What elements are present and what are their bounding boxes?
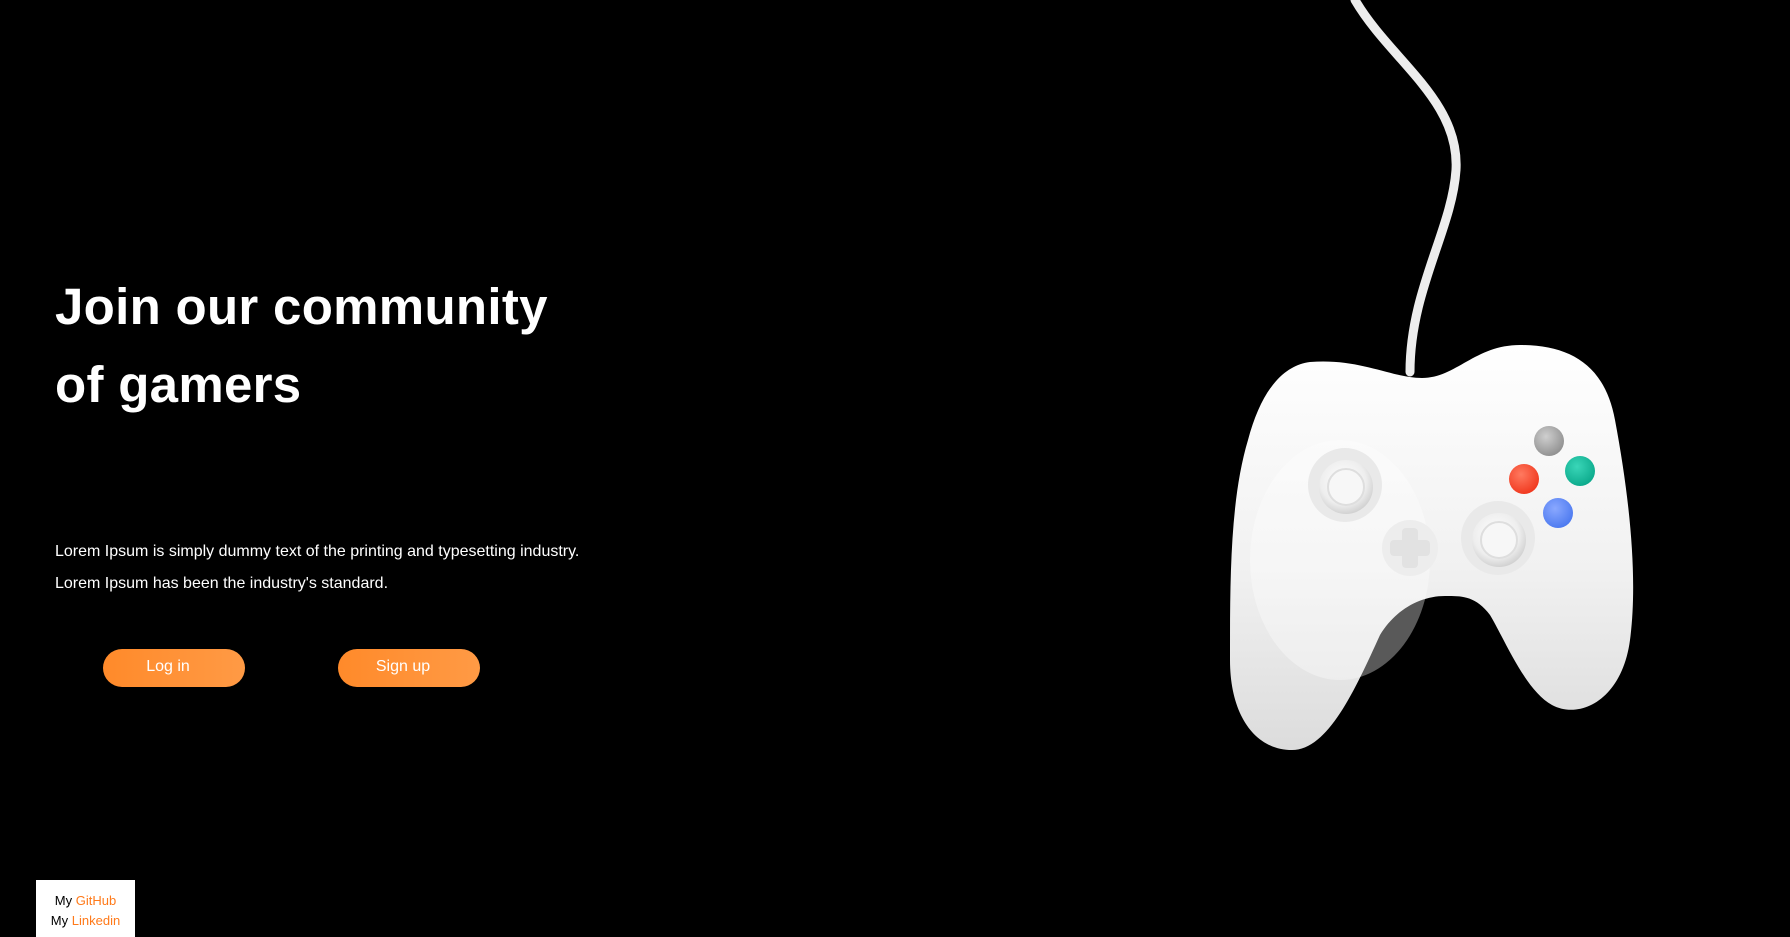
game-controller-icon (1230, 0, 1634, 750)
github-prefix: My (54, 893, 73, 908)
signup-button[interactable]: Sign up (338, 649, 480, 687)
linkedin-row: My Linkedin (36, 911, 135, 931)
github-link[interactable]: GitHub (76, 893, 116, 908)
landing-page: Join our community of gamers Lorem Ipsum… (0, 0, 1790, 937)
linkedin-prefix: My (50, 913, 69, 928)
hero-title: Join our community of gamers (55, 268, 548, 424)
login-button-label: Log in (146, 658, 190, 675)
github-row: My GitHub (36, 891, 135, 911)
hero-description-line-1: Lorem Ipsum is simply dummy text of the … (55, 543, 580, 560)
linkedin-link[interactable]: Linkedin (72, 913, 120, 928)
hero-description-line-2: Lorem Ipsum has been the industry's stan… (55, 575, 389, 592)
profile-links: My GitHub My Linkedin (36, 880, 135, 937)
hero-title-line-1: Join our community (55, 278, 548, 335)
hero-title-line-2: of gamers (55, 356, 302, 413)
signup-button-label: Sign up (375, 658, 431, 675)
hero-description: Lorem Ipsum is simply dummy text of the … (55, 536, 579, 600)
login-button[interactable]: Log in (103, 649, 245, 687)
